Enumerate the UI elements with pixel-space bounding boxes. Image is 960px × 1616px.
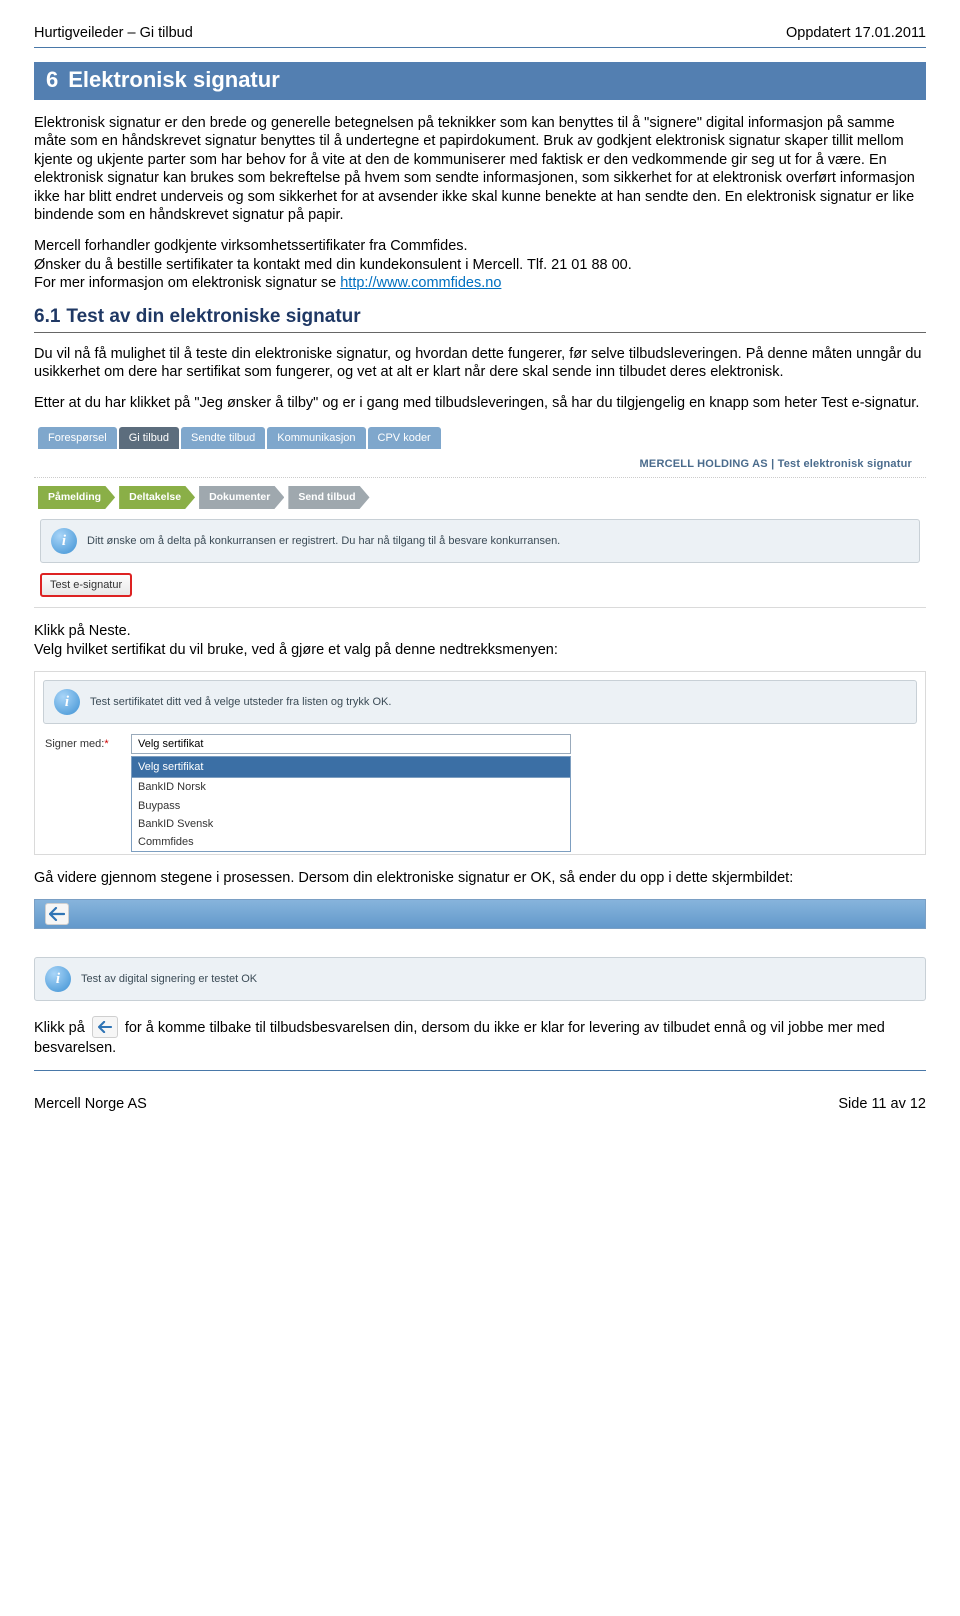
header-right: Oppdatert 17.01.2011 [786, 24, 926, 43]
screenshot-dropdown: i Test sertifikatet ditt ved å velge uts… [34, 671, 926, 854]
sign-with-label: Signer med:* [45, 734, 131, 751]
sign-with-selected[interactable]: Velg sertifikat [131, 734, 571, 754]
back-bar [34, 899, 926, 929]
notice-ok: i Test av digital signering er testet OK [34, 957, 926, 1001]
para2-line2: Ønsker du å bestille sertifikater ta kon… [34, 257, 632, 273]
click-next-line1: Klikk på Neste. [34, 623, 131, 639]
commfides-link[interactable]: http://www.commfides.no [340, 275, 501, 291]
notice-test-cert-text: Test sertifikatet ditt ved å velge utste… [90, 695, 391, 709]
footer-right: Side 11 av 12 [838, 1095, 926, 1114]
sign-with-field: Velg sertifikat Velg sertifikat BankID N… [131, 734, 571, 851]
inline-back-button[interactable] [92, 1016, 118, 1038]
wizard-row: Påmelding Deltakelse Dokumenter Send til… [38, 486, 922, 509]
tab-gi-tilbud[interactable]: Gi tilbud [119, 427, 179, 449]
section-6-para-2: Mercell forhandler godkjente virksomhets… [34, 237, 926, 293]
final-prefix: Klikk på [34, 1020, 89, 1036]
click-next-instruction: Klikk på Neste. Velg hvilket sertifikat … [34, 622, 926, 659]
tab-sendte-tilbud[interactable]: Sendte tilbud [181, 427, 265, 449]
breadcrumb: MERCELL HOLDING AS | Test elektronisk si… [34, 451, 926, 478]
screenshot-success: i Test av digital signering er testet OK [34, 899, 926, 1001]
info-icon: i [54, 689, 80, 715]
info-icon: i [45, 966, 71, 992]
tabs-row: Forespørsel Gi tilbud Sendte tilbud Komm… [34, 425, 926, 451]
para2-line3-prefix: For mer informasjon om elektronisk signa… [34, 275, 340, 291]
dd-option-bankid-norsk[interactable]: BankID Norsk [132, 778, 570, 796]
header-rule [34, 47, 926, 48]
back-button[interactable] [45, 903, 69, 925]
proceed-instruction: Gå videre gjennom stegene i prosessen. D… [34, 869, 926, 888]
section-6-1-para-2: Etter at du har klikket på "Jeg ønsker å… [34, 394, 926, 413]
sign-with-row: Signer med:* Velg sertifikat Velg sertif… [35, 728, 925, 853]
wizard-step-send-tilbud[interactable]: Send tilbud [288, 486, 369, 509]
notice-test-cert: i Test sertifikatet ditt ved å velge uts… [43, 680, 917, 724]
dd-option-bankid-svensk[interactable]: BankID Svensk [132, 815, 570, 833]
section-6-1-header: 6.1 Test av din elektroniske signatur [34, 305, 926, 333]
dd-option-velg[interactable]: Velg sertifikat [132, 757, 570, 778]
wizard-step-deltakelse[interactable]: Deltakelse [119, 486, 195, 509]
dd-option-buypass[interactable]: Buypass [132, 797, 570, 815]
arrow-left-icon [98, 1021, 112, 1033]
test-e-signatur-button[interactable]: Test e-signatur [40, 573, 132, 597]
section-6-1-number: 6.1 [34, 306, 60, 327]
section-6-number: 6 [46, 67, 58, 92]
notice-registered: i Ditt ønske om å delta på konkurransen … [40, 519, 920, 563]
para2-line1: Mercell forhandler godkjente virksomhets… [34, 238, 468, 254]
wizard-step-påmelding[interactable]: Påmelding [38, 486, 115, 509]
wizard-step-dokumenter[interactable]: Dokumenter [199, 486, 284, 509]
screenshot-tabs-wizard: Forespørsel Gi tilbud Sendte tilbud Komm… [34, 425, 926, 609]
tab-kommunikasjon[interactable]: Kommunikasjon [267, 427, 365, 449]
page-header: Hurtigveileder – Gi tilbud Oppdatert 17.… [34, 24, 926, 43]
notice-registered-text: Ditt ønske om å delta på konkurransen er… [87, 534, 560, 548]
notice-ok-text: Test av digital signering er testet OK [81, 972, 257, 986]
dd-option-commfides[interactable]: Commfides [132, 833, 570, 851]
tab-forespørsel[interactable]: Forespørsel [38, 427, 117, 449]
header-left: Hurtigveileder – Gi tilbud [34, 24, 193, 43]
final-instruction: Klikk på for å komme tilbake til tilbuds… [34, 1017, 926, 1058]
section-6-para-1: Elektronisk signatur er den brede og gen… [34, 114, 926, 225]
section-6-title: Elektronisk signatur [68, 67, 280, 92]
tab-cpv-koder[interactable]: CPV koder [368, 427, 441, 449]
click-next-line2: Velg hvilket sertifikat du vil bruke, ve… [34, 642, 558, 658]
page-footer: Mercell Norge AS Side 11 av 12 [34, 1095, 926, 1114]
sign-with-dropdown[interactable]: Velg sertifikat BankID Norsk Buypass Ban… [131, 756, 571, 851]
final-suffix: for å komme tilbake til tilbudsbesvarels… [34, 1020, 885, 1056]
footer-rule [34, 1070, 926, 1071]
footer-left: Mercell Norge AS [34, 1095, 147, 1114]
info-icon: i [51, 528, 77, 554]
section-6-1-title: Test av din elektroniske signatur [66, 306, 360, 327]
arrow-left-icon [49, 907, 65, 921]
section-6-1-para-1: Du vil nå få mulighet til å teste din el… [34, 345, 926, 382]
section-6-header: 6 Elektronisk signatur [34, 62, 926, 100]
